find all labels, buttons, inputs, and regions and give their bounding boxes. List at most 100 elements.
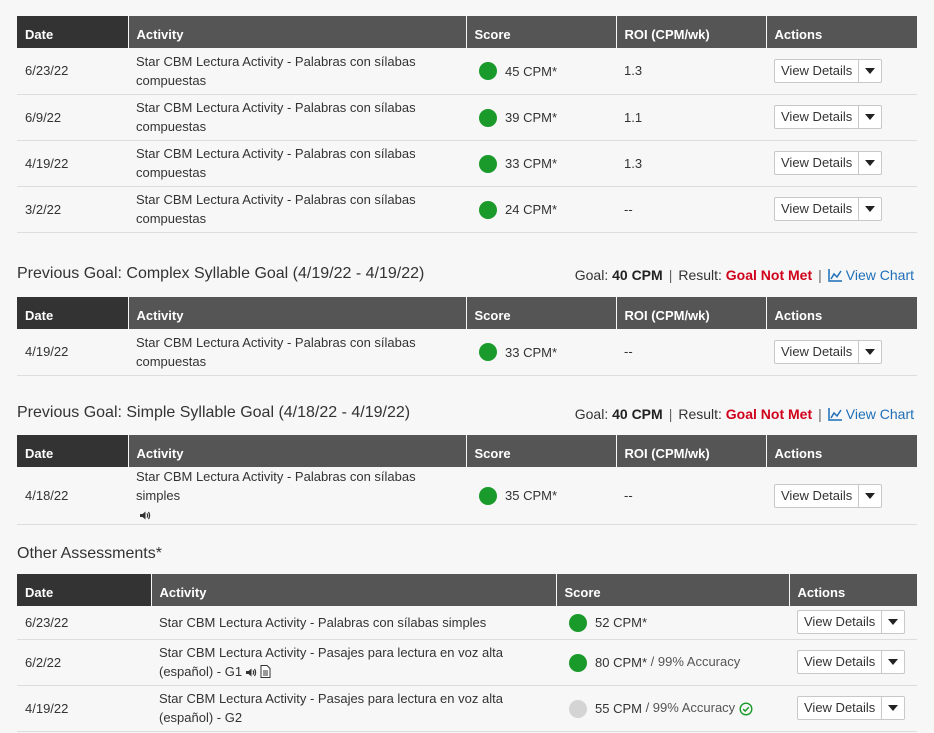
col-date[interactable]: Date xyxy=(17,574,151,606)
result-label: Result: xyxy=(678,267,722,283)
chevron-down-icon[interactable] xyxy=(859,341,881,363)
view-details-label[interactable]: View Details xyxy=(798,651,883,673)
col-date[interactable]: Date xyxy=(17,16,128,48)
row-date: 4/18/22 xyxy=(17,467,128,525)
table-row: 3/2/22 Star CBM Lectura Activity - Palab… xyxy=(17,186,917,233)
col-score[interactable]: Score xyxy=(555,574,789,606)
score-status-dot xyxy=(479,108,497,127)
row-date: 4/19/22 xyxy=(17,140,128,187)
score-status-dot xyxy=(479,200,497,219)
col-activity[interactable]: Activity xyxy=(127,297,466,329)
col-roi[interactable]: ROI (CPM/wk) xyxy=(615,297,766,329)
view-details-label[interactable]: View Details xyxy=(775,106,860,128)
chevron-down-icon[interactable] xyxy=(882,697,904,719)
prev-goal-2-table: Date Activity Score ROI (CPM/wk) Actions… xyxy=(17,435,917,525)
score-value: 52 CPM* xyxy=(595,615,648,631)
accuracy-value: / 99% Accuracy xyxy=(641,699,736,715)
chevron-down-icon[interactable] xyxy=(882,611,904,633)
row-actions: View Details xyxy=(766,186,917,233)
col-roi[interactable]: ROI (CPM/wk) xyxy=(615,435,766,467)
row-score: 45 CPM* xyxy=(466,48,616,95)
col-actions: Actions xyxy=(765,435,917,467)
document-icon[interactable] xyxy=(260,665,271,678)
speaker-icon[interactable] xyxy=(139,510,151,521)
table-row: 6/23/22 Star CBM Lectura Activity - Pala… xyxy=(17,48,917,95)
view-details-label[interactable]: View Details xyxy=(775,484,860,507)
goal-label: Goal: xyxy=(574,267,609,283)
view-details-label[interactable]: View Details xyxy=(798,697,883,719)
row-date: 6/2/22 xyxy=(17,639,151,686)
row-activity: Star CBM Lectura Activity - Palabras con… xyxy=(128,329,466,376)
row-score: 80 CPM* / 99% Accuracy xyxy=(556,639,789,686)
view-details-button[interactable]: View Details xyxy=(774,197,883,221)
goal-value: 40 CPM xyxy=(612,406,663,422)
score-status-dot xyxy=(479,343,497,362)
view-details-label[interactable]: View Details xyxy=(798,611,883,634)
view-details-button[interactable]: View Details xyxy=(797,696,906,720)
table-row: 6/2/22 Star CBM Lectura Activity - Pasaj… xyxy=(17,639,917,686)
view-details-button[interactable]: View Details xyxy=(774,483,883,508)
row-roi: 1.3 xyxy=(616,48,766,95)
col-roi[interactable]: ROI (CPM/wk) xyxy=(615,16,766,48)
view-details-button[interactable]: View Details xyxy=(774,58,883,83)
row-date: 6/23/22 xyxy=(17,606,151,640)
goal-summary: Goal: 40 CPM | Result: Goal Not Met | View C… xyxy=(575,406,914,422)
row-activity: Star CBM Lectura Activity - Palabras con… xyxy=(128,48,466,95)
view-details-label[interactable]: View Details xyxy=(775,198,860,220)
score-status-dot xyxy=(479,62,497,81)
col-score[interactable]: Score xyxy=(465,297,616,329)
activity-text: Star CBM Lectura Activity - Palabras con… xyxy=(136,469,416,503)
score-status-dot xyxy=(479,487,497,506)
prev-goal-header: Previous Goal: Simple Syllable Goal (4/1… xyxy=(17,404,917,426)
view-details-label[interactable]: View Details xyxy=(775,340,860,363)
view-chart-link[interactable]: View Chart xyxy=(828,406,914,422)
col-date[interactable]: Date xyxy=(17,435,128,467)
col-score[interactable]: Score xyxy=(465,16,616,48)
view-details-button[interactable]: View Details xyxy=(797,650,906,674)
chevron-down-icon[interactable] xyxy=(859,198,881,220)
view-details-label[interactable]: View Details xyxy=(775,152,860,174)
chevron-down-icon[interactable] xyxy=(882,651,904,673)
row-date: 4/19/22 xyxy=(17,685,151,732)
score-value: 80 CPM* xyxy=(595,655,648,671)
result-value: Goal Not Met xyxy=(725,406,813,422)
view-chart-label[interactable]: View Chart xyxy=(846,406,914,422)
row-score: 35 CPM* xyxy=(466,467,616,525)
view-details-label[interactable]: View Details xyxy=(775,59,860,82)
row-actions: View Details xyxy=(766,140,917,187)
row-actions: View Details xyxy=(766,467,917,525)
row-actions: View Details xyxy=(766,329,917,376)
view-details-button[interactable]: View Details xyxy=(774,151,883,175)
row-actions: View Details xyxy=(766,48,917,95)
view-chart-label[interactable]: View Chart xyxy=(846,267,914,283)
col-activity[interactable]: Activity xyxy=(150,574,556,606)
col-actions: Actions xyxy=(765,297,917,329)
result-value: Goal Not Met xyxy=(725,267,813,283)
col-actions: Actions xyxy=(765,16,917,48)
view-details-button[interactable]: View Details xyxy=(774,339,883,364)
chevron-down-icon[interactable] xyxy=(859,485,881,507)
view-details-button[interactable]: View Details xyxy=(797,610,906,635)
chevron-down-icon[interactable] xyxy=(859,60,881,82)
row-score: 24 CPM* xyxy=(466,186,616,233)
prev-goal-header: Previous Goal: Complex Syllable Goal (4/… xyxy=(17,265,917,287)
row-roi: -- xyxy=(616,467,766,525)
activity-text: Star CBM Lectura Activity - Pasajes para… xyxy=(159,645,503,679)
divider: | xyxy=(668,267,673,283)
col-date[interactable]: Date xyxy=(17,297,128,329)
line-chart-icon xyxy=(828,408,842,421)
row-score: 33 CPM* xyxy=(466,140,616,187)
row-activity: Star CBM Lectura Activity - Palabras con… xyxy=(128,140,466,187)
speaker-icon[interactable] xyxy=(245,667,257,678)
view-details-button[interactable]: View Details xyxy=(774,105,883,129)
col-score[interactable]: Score xyxy=(465,435,616,467)
col-activity[interactable]: Activity xyxy=(127,435,466,467)
row-roi: -- xyxy=(616,329,766,376)
chevron-down-icon[interactable] xyxy=(859,106,881,128)
table-row: 4/19/22 Star CBM Lectura Activity - Pala… xyxy=(17,329,917,376)
chevron-down-icon[interactable] xyxy=(859,152,881,174)
view-chart-link[interactable]: View Chart xyxy=(828,267,914,283)
col-activity[interactable]: Activity xyxy=(127,16,466,48)
divider: | xyxy=(818,267,822,283)
prev-goal-1-table: Date Activity Score ROI (CPM/wk) Actions… xyxy=(17,297,917,376)
